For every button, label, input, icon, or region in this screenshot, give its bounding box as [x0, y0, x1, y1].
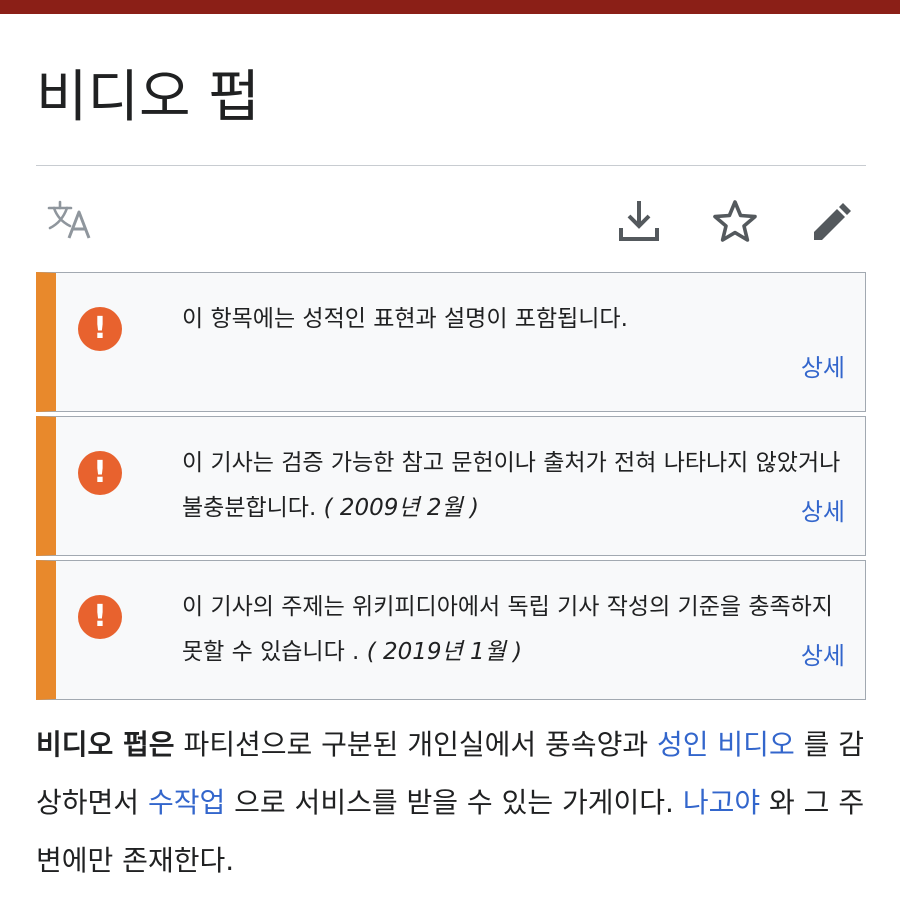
- link-handjob[interactable]: 수작업: [148, 786, 225, 819]
- notice-details-link[interactable]: 상세: [801, 348, 845, 383]
- notice-date: ( 2009년 2월 ): [323, 495, 479, 521]
- download-icon[interactable]: [616, 198, 662, 244]
- notice-text: 이 기사의 주제는 위키피디아에서 독립 기사 작성의 기준을 충족하지 못할 …: [182, 585, 842, 675]
- article-paragraph: 비디오 펍은 파티션으로 구분된 개인실에서 풍속양과 성인 비디오 를 감상하…: [36, 716, 871, 890]
- translate-icon[interactable]: [46, 198, 94, 242]
- star-icon[interactable]: [712, 198, 758, 244]
- exclamation-icon: !: [78, 595, 122, 639]
- notice-list: ! 이 항목에는 성적인 표현과 설명이 포함됩니다. 상세 ! 이 기사는 검…: [36, 272, 866, 704]
- notice-date: ( 2019년 1월 ): [366, 639, 523, 665]
- paragraph-text: 파티션으로 구분된 개인실에서 풍속양과: [174, 728, 657, 761]
- pencil-icon[interactable]: [808, 198, 854, 244]
- content-warning-notice: ! 이 항목에는 성적인 표현과 설명이 포함됩니다. 상세: [36, 272, 866, 412]
- title-divider: [36, 165, 866, 166]
- paragraph-text: 으로 서비스를 받을 수 있는 가게이다.: [225, 786, 683, 819]
- article-subject: 비디오 펍은: [36, 728, 175, 761]
- notice-text: 이 항목에는 성적인 표현과 설명이 포함됩니다.: [182, 297, 842, 342]
- unsourced-notice: ! 이 기사는 검증 가능한 참고 문헌이나 출처가 전혀 나타나지 않았거나 …: [36, 416, 866, 556]
- exclamation-icon: !: [78, 451, 122, 495]
- link-nagoya[interactable]: 나고야: [683, 786, 760, 819]
- page-title: 비디오 펍: [36, 65, 260, 130]
- notice-details-link[interactable]: 상세: [801, 636, 845, 671]
- notice-text: 이 기사는 검증 가능한 참고 문헌이나 출처가 전혀 나타나지 않았거나 불충…: [182, 441, 842, 531]
- notice-details-link[interactable]: 상세: [801, 492, 845, 527]
- notability-notice: ! 이 기사의 주제는 위키피디아에서 독립 기사 작성의 기준을 충족하지 못…: [36, 560, 866, 700]
- notice-message: 이 기사는 검증 가능한 참고 문헌이나 출처가 전혀 나타나지 않았거나 불충…: [182, 450, 841, 521]
- notice-message: 이 항목에는 성적인 표현과 설명이 포함됩니다.: [182, 306, 628, 332]
- top-bar: [0, 0, 900, 14]
- exclamation-icon: !: [78, 307, 122, 351]
- link-adult-video[interactable]: 성인 비디오: [657, 728, 795, 761]
